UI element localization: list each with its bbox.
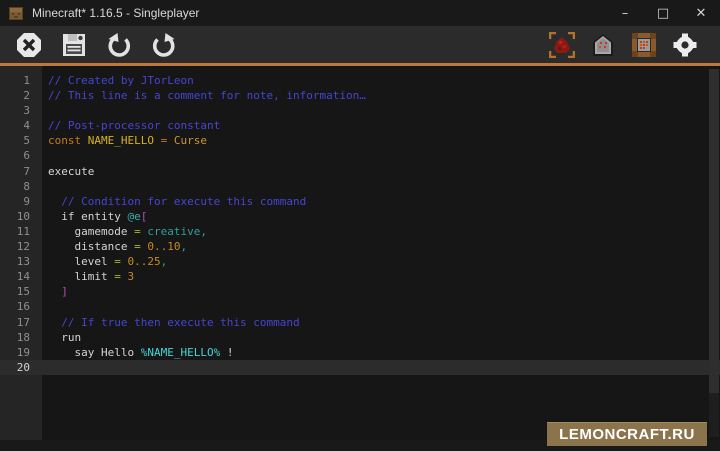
circuit-frame-button[interactable] xyxy=(631,32,657,58)
code-text xyxy=(42,299,48,314)
code-line[interactable]: 15 ] xyxy=(0,284,720,299)
title-bar: Minecraft* 1.16.5 - Singleplayer – □ ✕ xyxy=(0,0,720,26)
code-text: // This line is a comment for note, info… xyxy=(42,88,366,103)
redo-button[interactable] xyxy=(151,32,177,58)
line-number: 2 xyxy=(0,88,42,103)
toolbar xyxy=(0,26,720,66)
line-number: 20 xyxy=(0,360,42,375)
door-button[interactable] xyxy=(590,32,616,58)
redstone-select-button[interactable] xyxy=(549,32,575,58)
code-text: run xyxy=(42,330,81,345)
code-text: // Condition for execute this command xyxy=(42,194,306,209)
toolbar-left-group xyxy=(16,32,177,58)
code-lines: 1// Created by JTorLeon2// This line is … xyxy=(0,66,720,375)
code-line[interactable]: 14 limit = 3 xyxy=(0,269,720,284)
code-line[interactable]: 7execute xyxy=(0,164,720,179)
minimize-button[interactable]: – xyxy=(606,0,644,26)
settings-button[interactable] xyxy=(672,32,698,58)
code-line[interactable]: 8 xyxy=(0,179,720,194)
code-text: // Post-processor constant xyxy=(42,118,220,133)
window-title: Minecraft* 1.16.5 - Singleplayer xyxy=(32,6,606,20)
code-line[interactable]: 17 // If true then execute this command xyxy=(0,315,720,330)
code-text: level = 0..25, xyxy=(42,254,167,269)
line-number: 1 xyxy=(0,73,42,88)
line-number: 18 xyxy=(0,330,42,345)
scrollbar-thumb[interactable] xyxy=(709,69,719,393)
floppy-save-icon xyxy=(61,32,87,58)
code-text: gamemode = creative, xyxy=(42,224,207,239)
code-text: say Hello %NAME_HELLO% ! xyxy=(42,345,233,360)
code-text xyxy=(42,360,48,375)
code-line[interactable]: 6 xyxy=(0,148,720,163)
line-number: 4 xyxy=(0,118,42,133)
line-number: 11 xyxy=(0,224,42,239)
line-number: 5 xyxy=(0,133,42,148)
line-number: 14 xyxy=(0,269,42,284)
line-number: 16 xyxy=(0,299,42,314)
code-text: if entity @e[ xyxy=(42,209,147,224)
code-text xyxy=(42,148,48,163)
code-line[interactable]: 1// Created by JTorLeon xyxy=(0,73,720,88)
line-number: 10 xyxy=(0,209,42,224)
code-line[interactable]: 2// This line is a comment for note, inf… xyxy=(0,88,720,103)
code-text xyxy=(42,103,48,118)
code-text: limit = 3 xyxy=(42,269,134,284)
minecraft-editor-window: Minecraft* 1.16.5 - Singleplayer – □ ✕ xyxy=(0,0,720,451)
code-line[interactable]: 3 xyxy=(0,103,720,118)
close-button[interactable]: ✕ xyxy=(682,0,720,26)
minecraft-block-icon xyxy=(8,5,24,21)
line-number: 12 xyxy=(0,239,42,254)
circuit-frame-icon xyxy=(631,32,657,58)
octagon-x-icon xyxy=(16,32,42,58)
code-text: const NAME_HELLO = Curse xyxy=(42,133,207,148)
window-controls: – □ ✕ xyxy=(606,0,720,26)
code-line[interactable]: 20 xyxy=(0,360,720,375)
line-number: 13 xyxy=(0,254,42,269)
code-text xyxy=(42,179,48,194)
code-line[interactable]: 19 say Hello %NAME_HELLO% ! xyxy=(0,345,720,360)
code-text: // If true then execute this command xyxy=(42,315,300,330)
redo-icon xyxy=(151,32,177,58)
line-number: 3 xyxy=(0,103,42,118)
line-number: 9 xyxy=(0,194,42,209)
code-text: ] xyxy=(42,284,68,299)
save-button[interactable] xyxy=(61,32,87,58)
toolbar-right-group xyxy=(549,32,704,58)
code-line[interactable]: 12 distance = 0..10, xyxy=(0,239,720,254)
code-line[interactable]: 11 gamemode = creative, xyxy=(0,224,720,239)
maximize-button[interactable]: □ xyxy=(644,0,682,26)
code-text: // Created by JTorLeon xyxy=(42,73,194,88)
code-line[interactable]: 10 if entity @e[ xyxy=(0,209,720,224)
line-number: 6 xyxy=(0,148,42,163)
code-line[interactable]: 4// Post-processor constant xyxy=(0,118,720,133)
code-line[interactable]: 9 // Condition for execute this command xyxy=(0,194,720,209)
line-number: 19 xyxy=(0,345,42,360)
line-number: 8 xyxy=(0,179,42,194)
line-number: 15 xyxy=(0,284,42,299)
undo-icon xyxy=(106,32,132,58)
code-line[interactable]: 18 run xyxy=(0,330,720,345)
vertical-scrollbar[interactable] xyxy=(709,69,719,437)
code-text: execute xyxy=(42,164,94,179)
code-text: distance = 0..10, xyxy=(42,239,187,254)
redstone-dust-select-icon xyxy=(549,32,575,58)
code-line[interactable]: 13 level = 0..25, xyxy=(0,254,720,269)
undo-button[interactable] xyxy=(106,32,132,58)
gear-icon xyxy=(672,32,698,58)
watermark-badge: LEMONCRAFT.RU xyxy=(547,422,707,446)
line-number: 17 xyxy=(0,315,42,330)
code-line[interactable]: 16 xyxy=(0,299,720,314)
close-file-button[interactable] xyxy=(16,32,42,58)
code-line[interactable]: 5const NAME_HELLO = Curse xyxy=(0,133,720,148)
code-editor[interactable]: 1// Created by JTorLeon2// This line is … xyxy=(0,66,720,440)
iron-door-icon xyxy=(590,32,616,58)
line-number: 7 xyxy=(0,164,42,179)
